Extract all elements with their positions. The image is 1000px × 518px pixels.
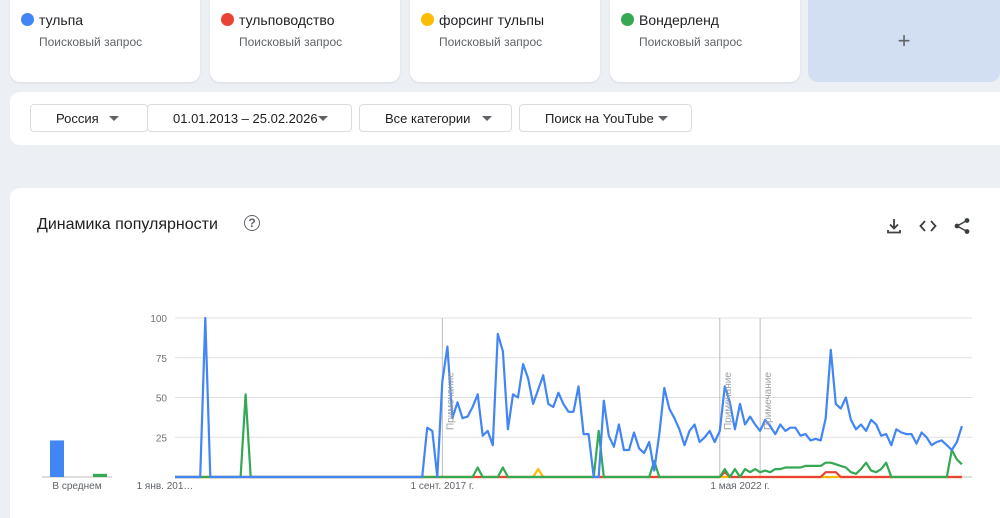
category-label: Все категории bbox=[385, 110, 471, 126]
chevron-down-icon bbox=[318, 116, 328, 121]
average-bar bbox=[93, 473, 107, 477]
plus-icon: + bbox=[897, 28, 911, 53]
term-color-dot bbox=[621, 13, 634, 26]
term-color-dot bbox=[21, 13, 34, 26]
term-card-3[interactable]: форсинг тульпы Поисковый запрос bbox=[410, 0, 600, 82]
annotation-label: Примечание bbox=[763, 372, 774, 430]
region-select[interactable]: Россия bbox=[30, 104, 148, 132]
term-name: тульпа bbox=[39, 12, 84, 28]
y-tick-label: 75 bbox=[156, 354, 168, 365]
term-name: форсинг тульпы bbox=[439, 12, 545, 28]
term-subtitle: Поисковый запрос bbox=[439, 35, 543, 49]
average-bar bbox=[50, 440, 64, 477]
x-tick-label: 1 сент. 2017 г. bbox=[411, 481, 475, 492]
term-name: тульповодство bbox=[239, 12, 335, 28]
chevron-down-icon bbox=[109, 116, 119, 121]
term-card-4[interactable]: Вондерленд Поисковый запрос bbox=[610, 0, 800, 82]
region-label: Россия bbox=[56, 110, 99, 126]
chevron-down-icon bbox=[482, 116, 492, 121]
chevron-down-icon bbox=[658, 116, 668, 121]
x-tick-label: 1 мая 2022 г. bbox=[710, 481, 769, 492]
term-subtitle: Поисковый запрос bbox=[39, 35, 143, 49]
term-subtitle: Поисковый запрос bbox=[639, 35, 743, 49]
average-label: В среднем bbox=[52, 481, 101, 492]
search-type-select[interactable]: Поиск на YouTube bbox=[519, 104, 692, 132]
annotation-label: Примечание bbox=[445, 372, 456, 430]
date-range-select[interactable]: 01.01.2013 – 25.02.2026 bbox=[147, 104, 352, 132]
term-color-dot bbox=[421, 13, 434, 26]
term-name: Вондерленд bbox=[639, 12, 719, 28]
interest-chart: 100 75 50 25 Примечание Примечание Примечание 1… bbox=[42, 314, 972, 492]
term-color-dot bbox=[221, 13, 234, 26]
series-line-3 bbox=[175, 468, 962, 479]
annotation-label: Примечание bbox=[723, 372, 734, 430]
interest-over-time-card: Динамика популярности ? 100 75 50 25 Примеча… bbox=[10, 188, 1000, 518]
y-tick-label: 100 bbox=[150, 314, 167, 325]
add-term-button[interactable]: + bbox=[808, 0, 1000, 82]
term-card-1[interactable]: тульпа Поисковый запрос bbox=[10, 0, 200, 82]
date-range-label: 01.01.2013 – 25.02.2026 bbox=[173, 110, 318, 126]
filter-bar: Россия 01.01.2013 – 25.02.2026 Все катег… bbox=[10, 92, 1000, 145]
search-type-label: Поиск на YouTube bbox=[545, 110, 654, 126]
term-subtitle: Поисковый запрос bbox=[239, 35, 343, 49]
y-tick-label: 50 bbox=[156, 394, 168, 405]
category-select[interactable]: Все категории bbox=[359, 104, 512, 132]
y-tick-label: 25 bbox=[156, 433, 168, 444]
term-card-2[interactable]: тульповодство Поисковый запрос bbox=[210, 0, 400, 82]
series-line-4 bbox=[175, 393, 963, 479]
x-tick-label: 1 янв. 201… bbox=[137, 481, 194, 492]
